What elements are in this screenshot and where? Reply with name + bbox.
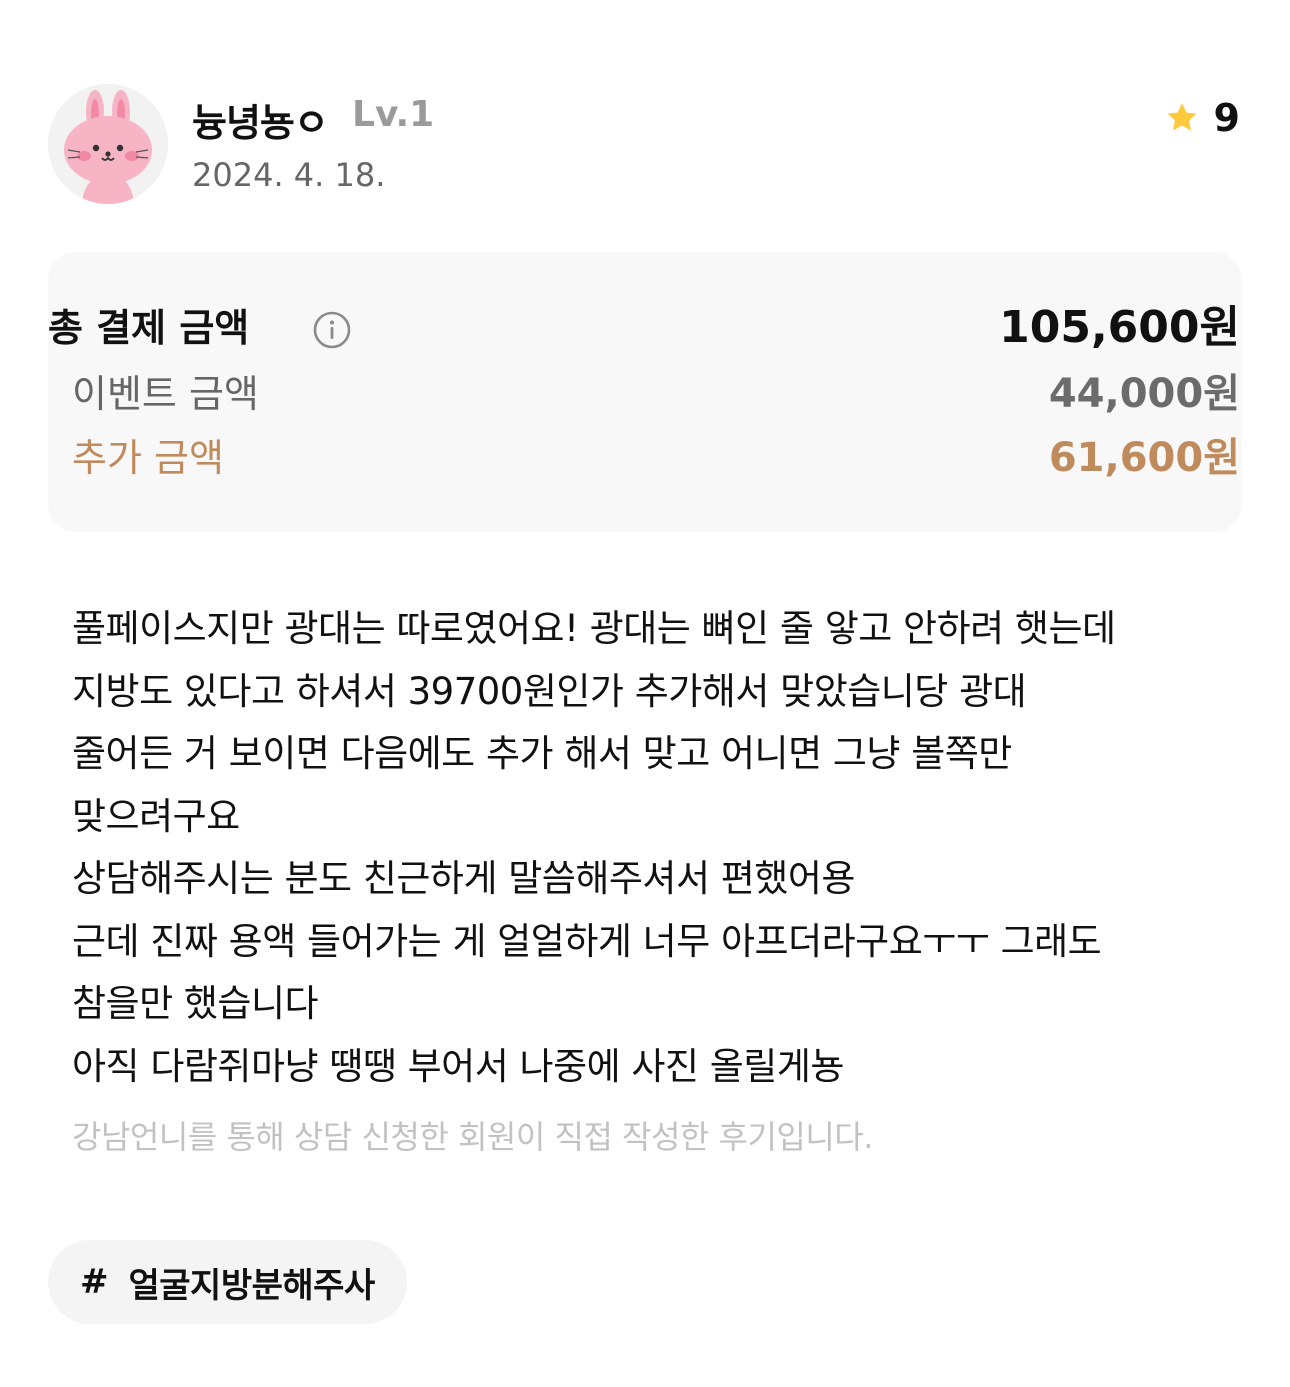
review-line: 지방도 있다고 하셔서 39700원인가 추가해서 맞았습니당 광대 xyxy=(72,669,1027,713)
rating-value: 9 xyxy=(1213,96,1240,140)
info-icon[interactable] xyxy=(312,310,352,350)
event-price-value: 44,000원 xyxy=(1048,371,1240,417)
review-line: 아직 다람쥐마냥 땡땡 부어서 나중에 사진 올릴게뇽 xyxy=(72,1044,844,1088)
review-date: 2024. 4. 18. xyxy=(192,156,386,194)
hash-icon: # xyxy=(80,1262,109,1302)
review-line: 맞으려구요 xyxy=(72,794,240,838)
event-price-row: 이벤트 금액 44,000원 xyxy=(0,366,1290,422)
review-text: 풀페이스지만 광대는 따로였어요! 광대는 뼈인 줄 앟고 안하려 햇는데 지방… xyxy=(72,598,1222,1098)
total-price-row: 총 결제 금액 105,600원 xyxy=(0,300,1290,356)
bunny-avatar-icon xyxy=(48,84,168,204)
avatar[interactable] xyxy=(48,84,168,204)
event-price-label: 이벤트 금액 xyxy=(72,372,259,416)
user-level-badge: Lv.1 xyxy=(352,94,435,135)
extra-price-row: 추가 금액 61,600원 xyxy=(0,430,1290,486)
extra-price-value: 61,600원 xyxy=(1048,435,1240,481)
review-disclaimer: 강남언니를 통해 상담 신청한 회원이 직접 작성한 후기입니다. xyxy=(72,1118,873,1156)
tag-chip[interactable]: # 얼굴지방분해주사 xyxy=(48,1240,407,1324)
review-line: 근데 진짜 용액 들어가는 게 얼얼하게 너무 아프더라구요ㅜㅜ 그래도 xyxy=(72,919,1102,963)
extra-price-label: 추가 금액 xyxy=(72,436,224,480)
review-line: 줄어든 거 보이면 다음에도 추가 해서 맞고 어니면 그냥 볼쪽만 xyxy=(72,732,1012,775)
review-line: 참을만 했습니다 xyxy=(72,982,319,1025)
star-icon xyxy=(1167,103,1196,131)
tag-label: 얼굴지방분해주사 xyxy=(128,1265,376,1306)
total-price-value: 105,600원 xyxy=(999,302,1240,353)
review-line: 풀페이스지만 광대는 따로였어요! 광대는 뼈인 줄 앟고 안하려 햇는데 xyxy=(72,607,1116,650)
rating: 9 xyxy=(1164,96,1240,140)
total-price-label: 총 결제 금액 xyxy=(48,306,250,350)
username[interactable]: 늉녕뇽ㅇ xyxy=(192,92,329,147)
review-line: 상담해주시는 분도 친근하게 말씀해주셔서 편했어용 xyxy=(72,857,855,900)
